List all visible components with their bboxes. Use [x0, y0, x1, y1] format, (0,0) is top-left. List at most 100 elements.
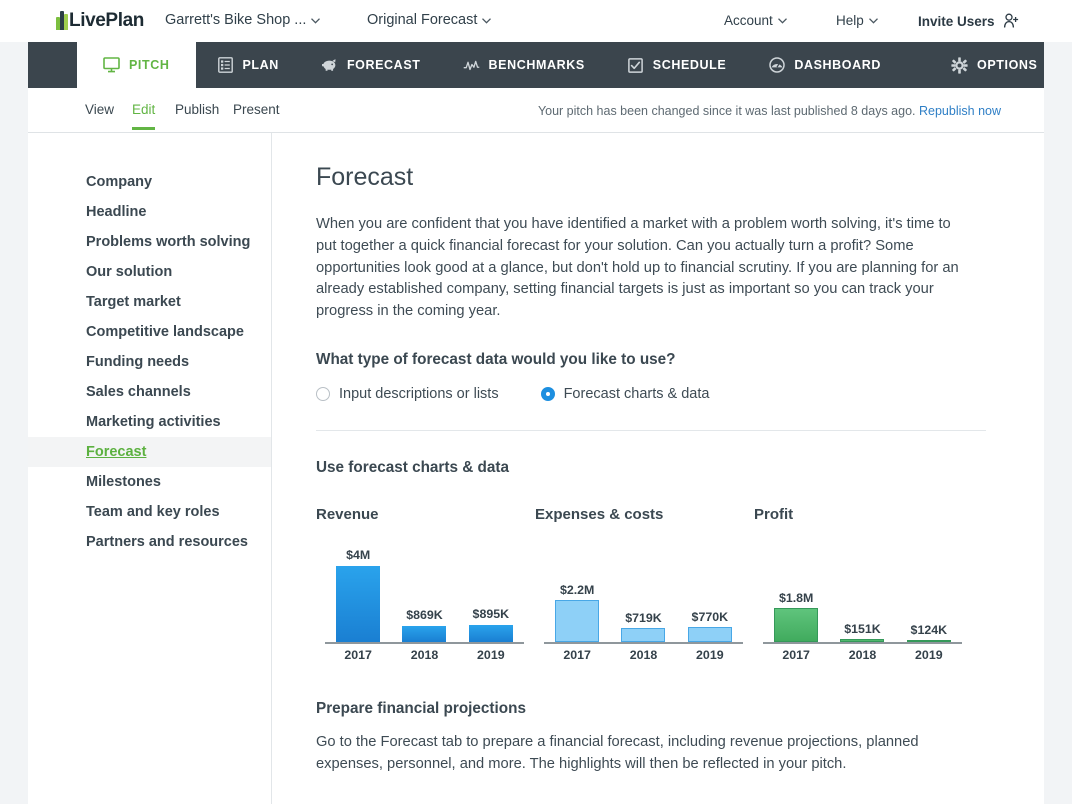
sidebar-item-marketing-activities[interactable]: Marketing activities: [28, 407, 271, 437]
sidebar-item-company[interactable]: Company: [28, 167, 271, 197]
chevron-down-icon: [869, 16, 878, 27]
section-divider: [316, 430, 986, 431]
sidebar-item-problems-worth-solving[interactable]: Problems worth solving: [28, 227, 271, 257]
tab-plan[interactable]: PLAN: [196, 42, 300, 88]
pitch-sidebar: Company Headline Problems worth solving …: [28, 133, 272, 804]
tab-plan-label: PLAN: [243, 58, 279, 72]
content-panel: Company Headline Problems worth solving …: [28, 133, 1044, 804]
radio-option-forecast-charts-label: Forecast charts & data: [564, 386, 710, 402]
monitor-icon: [103, 57, 120, 74]
chart-expenses-column-2019: $770K: [677, 542, 743, 642]
prepare-body: Go to the Forecast tab to prepare a fina…: [316, 732, 956, 776]
xlabel-revenue-2: 2019: [458, 646, 524, 666]
xlabel-expenses-2: 2019: [677, 646, 743, 666]
bar-label-revenue-2018: $869K: [406, 608, 443, 622]
tab-benchmarks-label: BENCHMARKS: [489, 58, 585, 72]
account-menu-label: Account: [724, 13, 773, 28]
chart-revenue-column-2018: $869K: [391, 542, 457, 642]
main-navigation: PITCH PLAN FOR: [28, 42, 1044, 88]
sidebar-item-forecast[interactable]: Forecast: [28, 437, 271, 467]
chart-expenses-axis: [544, 642, 743, 644]
subnav-item-view[interactable]: View: [85, 102, 114, 117]
bar-expenses-2017: $2.2M: [555, 600, 599, 642]
chart-revenue-title: Revenue: [316, 506, 535, 523]
chart-revenue-column-2017: $4M: [325, 542, 391, 642]
bar-label-revenue-2019: $895K: [473, 607, 510, 621]
chart-expenses-xlabels: 2017 2018 2019: [544, 646, 743, 666]
forecast-type-radio-group: Input descriptions or lists Forecast cha…: [316, 386, 1002, 402]
sidebar-item-partners-and-resources[interactable]: Partners and resources: [28, 527, 271, 557]
chart-expenses-costs: Expenses & costs $2.2M $719K: [535, 506, 754, 686]
company-selector[interactable]: Garrett's Bike Shop ...: [165, 12, 320, 28]
bar-label-profit-2018: $151K: [844, 622, 881, 636]
chevron-down-icon: [482, 16, 491, 27]
chart-expenses-plot: $2.2M $719K $770K: [535, 540, 749, 666]
republish-now-link[interactable]: Republish now: [919, 104, 1001, 118]
radio-button-unselected-icon[interactable]: [316, 387, 330, 401]
sidebar-item-funding-needs[interactable]: Funding needs: [28, 347, 271, 377]
forecast-type-question: What type of forecast data would you lik…: [316, 351, 1002, 369]
chart-profit-axis: [763, 642, 962, 644]
sidebar-item-sales-channels[interactable]: Sales channels: [28, 377, 271, 407]
prepare-section: Prepare financial projections Go to the …: [316, 700, 1002, 776]
bar-label-profit-2019: $124K: [911, 623, 948, 637]
line-chart-icon: [463, 57, 480, 74]
chart-revenue-plot: $4M $869K $895K: [316, 540, 530, 666]
tab-dashboard[interactable]: DASHBOARD: [747, 42, 902, 88]
tab-schedule-label: SCHEDULE: [653, 58, 727, 72]
chart-expenses-column-2018: $719K: [610, 542, 676, 642]
invite-users-button[interactable]: Invite Users: [918, 13, 1018, 29]
chart-profit-bars: $1.8M $151K $124K: [763, 542, 962, 642]
chart-revenue-axis: [325, 642, 524, 644]
tab-dashboard-label: DASHBOARD: [794, 58, 881, 72]
subnav-item-publish[interactable]: Publish: [175, 102, 219, 117]
forecast-content: Forecast When you are confident that you…: [272, 133, 1044, 804]
sidebar-item-milestones[interactable]: Milestones: [28, 467, 271, 497]
top-bar: LivePlan Garrett's Bike Shop ... Origina…: [0, 0, 1072, 42]
help-menu[interactable]: Help: [836, 13, 878, 28]
xlabel-expenses-1: 2018: [610, 646, 676, 666]
chart-profit-column-2018: $151K: [829, 542, 895, 642]
app-root: LivePlan Garrett's Bike Shop ... Origina…: [0, 0, 1072, 804]
forecast-selector[interactable]: Original Forecast: [367, 12, 491, 28]
tab-options[interactable]: OPTIONS: [930, 42, 1058, 88]
bar-label-expenses-2019: $770K: [692, 610, 729, 624]
chart-profit: Profit $1.8M $151K: [754, 506, 973, 686]
bar-revenue-2019: $895K: [469, 625, 513, 642]
sidebar-item-team-and-key-roles[interactable]: Team and key roles: [28, 497, 271, 527]
chart-profit-column-2017: $1.8M: [763, 542, 829, 642]
bar-revenue-2018: $869K: [402, 626, 446, 642]
sidebar-item-competitive-landscape[interactable]: Competitive landscape: [28, 317, 271, 347]
sidebar-item-our-solution[interactable]: Our solution: [28, 257, 271, 287]
bar-label-expenses-2018: $719K: [625, 611, 662, 625]
chart-revenue-bars: $4M $869K $895K: [325, 542, 524, 642]
tab-forecast[interactable]: FORECAST: [300, 42, 442, 88]
subnav-item-edit[interactable]: Edit: [132, 102, 155, 117]
liveplan-logo[interactable]: LivePlan: [56, 8, 144, 32]
tab-pitch[interactable]: PITCH: [77, 42, 196, 88]
bar-expenses-2019: $770K: [688, 627, 732, 642]
radio-option-input-descriptions-label: Input descriptions or lists: [339, 386, 499, 402]
xlabel-profit-2: 2019: [896, 646, 962, 666]
tab-options-label: OPTIONS: [977, 58, 1037, 72]
chart-expenses-bars: $2.2M $719K $770K: [544, 542, 743, 642]
tab-benchmarks[interactable]: BENCHMARKS: [442, 42, 606, 88]
chart-expenses-column-2017: $2.2M: [544, 542, 610, 642]
subnav-item-present[interactable]: Present: [233, 102, 280, 117]
chart-profit-title: Profit: [754, 506, 973, 523]
radio-button-selected-icon[interactable]: [541, 387, 555, 401]
prepare-title: Prepare financial projections: [316, 700, 1002, 718]
radio-option-forecast-charts[interactable]: Forecast charts & data: [541, 386, 710, 402]
account-menu[interactable]: Account: [724, 13, 787, 28]
sidebar-item-target-market[interactable]: Target market: [28, 287, 271, 317]
xlabel-profit-0: 2017: [763, 646, 829, 666]
chart-profit-xlabels: 2017 2018 2019: [763, 646, 962, 666]
chevron-down-icon: [311, 16, 320, 27]
company-selector-label: Garrett's Bike Shop ...: [165, 12, 306, 28]
radio-option-input-descriptions[interactable]: Input descriptions or lists: [316, 386, 499, 402]
sub-navigation: View Edit Publish Present Your pitch has…: [28, 88, 1044, 133]
intro-paragraph: When you are confident that you have ide…: [316, 214, 970, 323]
sidebar-item-headline[interactable]: Headline: [28, 197, 271, 227]
piggy-bank-icon: [321, 57, 338, 74]
tab-schedule[interactable]: SCHEDULE: [606, 42, 748, 88]
